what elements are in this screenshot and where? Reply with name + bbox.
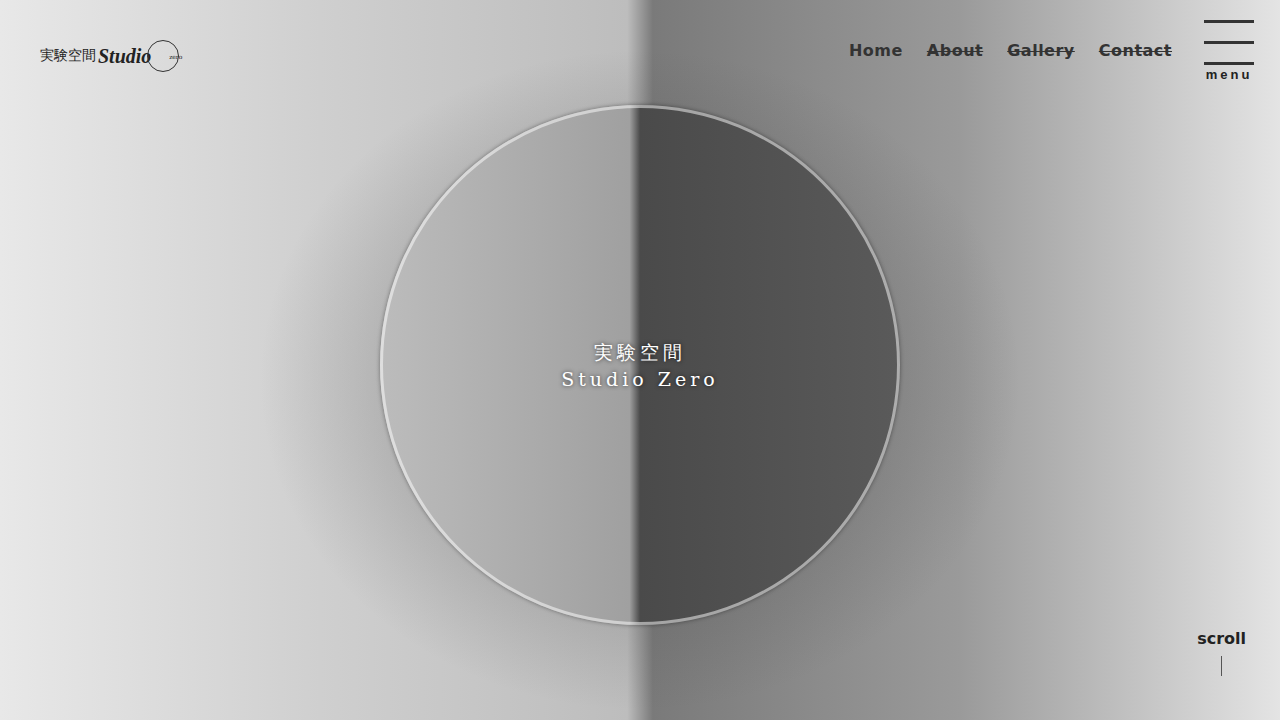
menu-button[interactable]: menu — [1202, 20, 1256, 82]
scroll-indicator[interactable]: scroll — [1197, 629, 1246, 676]
scroll-line-icon — [1221, 656, 1222, 676]
nav: Home About Gallery Contact — [849, 41, 1172, 60]
hero: 実験空間 Studio Zero — [0, 0, 1280, 720]
nav-item[interactable]: About — [927, 41, 983, 60]
hero-title: 実験空間 Studio Zero — [561, 340, 719, 390]
logo-jp: 実験空間 — [40, 47, 96, 65]
nav-item[interactable]: Contact — [1099, 41, 1172, 60]
hamburger-icon — [1204, 20, 1254, 65]
logo-en: Studio — [98, 45, 151, 68]
nav-item[interactable]: Gallery — [1007, 41, 1075, 60]
hero-circle-photo: 実験空間 Studio Zero — [380, 105, 900, 625]
nav-item[interactable]: Home — [849, 41, 903, 60]
page: 実験空間 Studio zero Home About Gallery Contact… — [0, 0, 1280, 720]
logo-mark: zero — [147, 40, 179, 72]
logo[interactable]: 実験空間 Studio zero — [40, 40, 179, 72]
header: 実験空間 Studio zero Home About Gallery Contact… — [0, 0, 1280, 82]
